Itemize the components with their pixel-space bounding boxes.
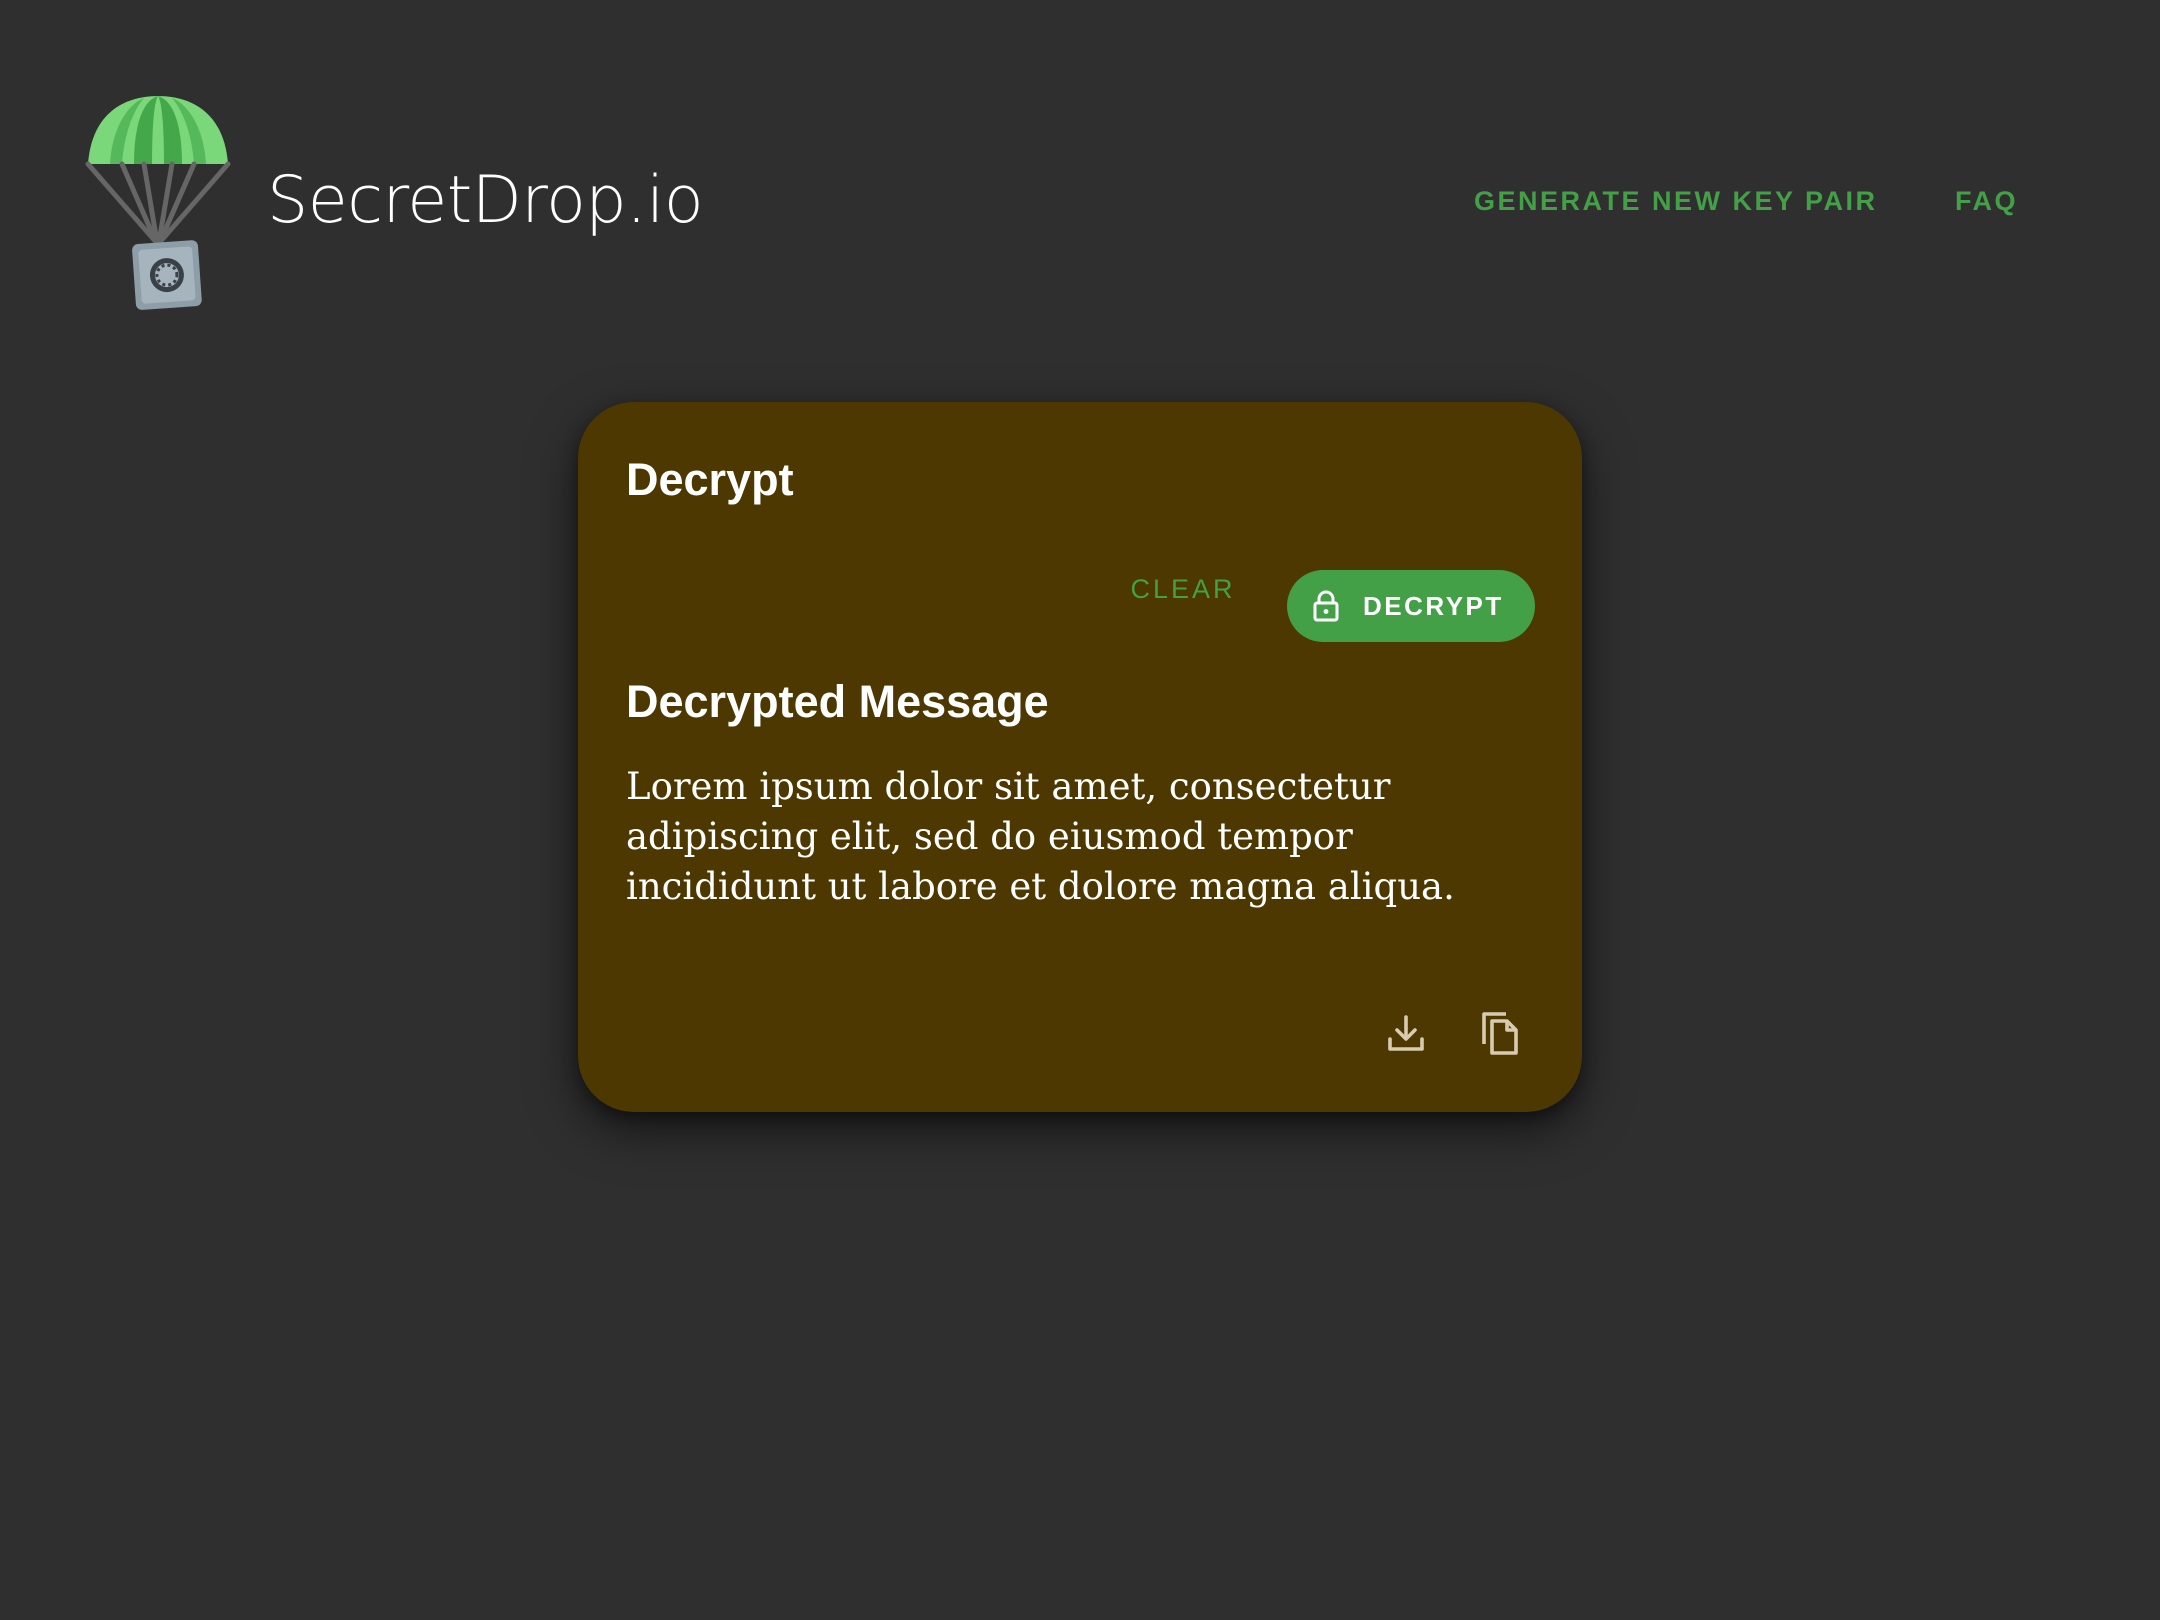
lock-icon	[1313, 590, 1339, 622]
decrypted-message-title: Decrypted Message	[626, 676, 1049, 727]
card-title: Decrypt	[626, 454, 794, 505]
decrypt-button-label: DECRYPT	[1363, 591, 1504, 621]
parachute-safe-logo-icon	[85, 96, 231, 310]
nav-faq[interactable]: FAQ	[1955, 183, 2018, 219]
app-header: SecretDrop.io GENERATE NEW KEY PAIR FAQ	[0, 0, 2160, 320]
decrypted-message-text: Lorem ipsum dolor sit amet, consectetur …	[626, 765, 1455, 908]
decrypt-button[interactable]: DECRYPT	[1287, 570, 1535, 642]
brand-title[interactable]: SecretDrop.io	[267, 160, 704, 242]
clear-button[interactable]: CLEAR	[1118, 566, 1248, 612]
nav-generate-key-pair[interactable]: GENERATE NEW KEY PAIR	[1474, 183, 1878, 219]
copy-icon[interactable]	[1474, 1006, 1530, 1062]
download-icon[interactable]	[1378, 1006, 1434, 1062]
decrypt-card: Decrypt CLEAR DECRYPT Decrypted Message …	[578, 402, 1582, 1112]
